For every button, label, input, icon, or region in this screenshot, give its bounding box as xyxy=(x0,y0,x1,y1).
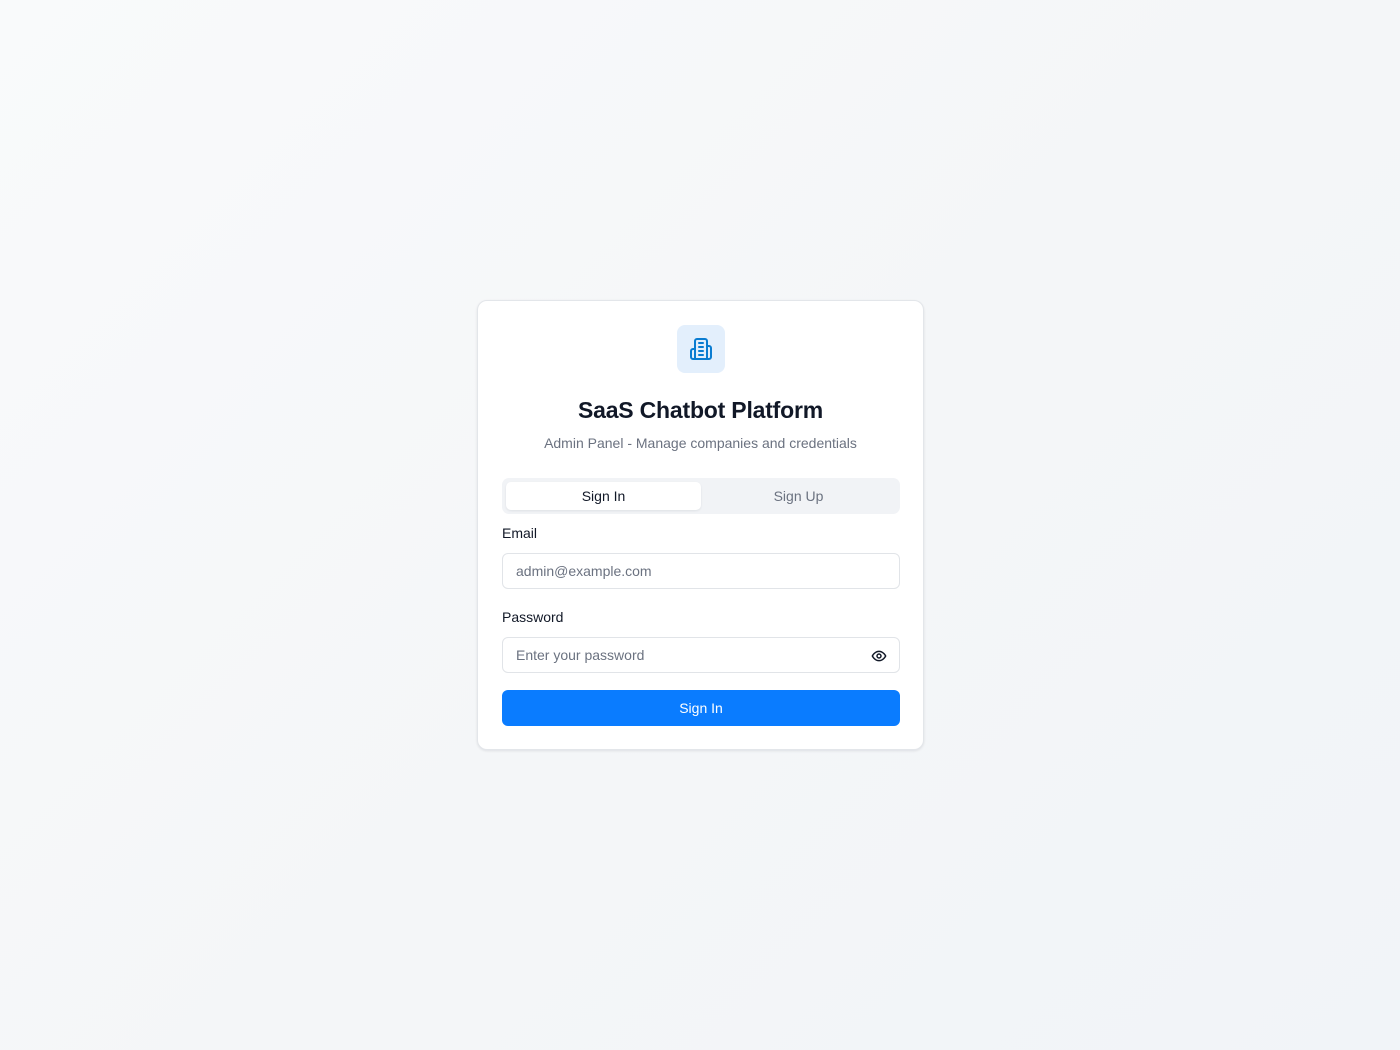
email-label: Email xyxy=(502,525,538,541)
page-subtitle: Admin Panel - Manage companies and crede… xyxy=(544,435,857,451)
page-title: SaaS Chatbot Platform xyxy=(577,397,823,423)
password-field-wrapper xyxy=(502,637,900,673)
tab-sign-up[interactable]: Sign Up xyxy=(701,482,896,510)
toggle-password-visibility-button[interactable] xyxy=(869,646,889,666)
password-label: Password xyxy=(502,609,564,625)
email-field[interactable] xyxy=(503,554,899,588)
logo-badge xyxy=(677,325,725,373)
eye-icon xyxy=(871,650,887,662)
building-icon xyxy=(690,338,712,360)
email-field-wrapper xyxy=(502,553,900,589)
tab-sign-in[interactable]: Sign In xyxy=(506,482,701,510)
auth-tabs: Sign In Sign Up xyxy=(502,478,900,514)
password-field[interactable] xyxy=(503,638,899,672)
sign-in-button[interactable]: Sign In xyxy=(502,690,900,726)
login-card: SaaS Chatbot Platform Admin Panel - Mana… xyxy=(477,300,924,750)
